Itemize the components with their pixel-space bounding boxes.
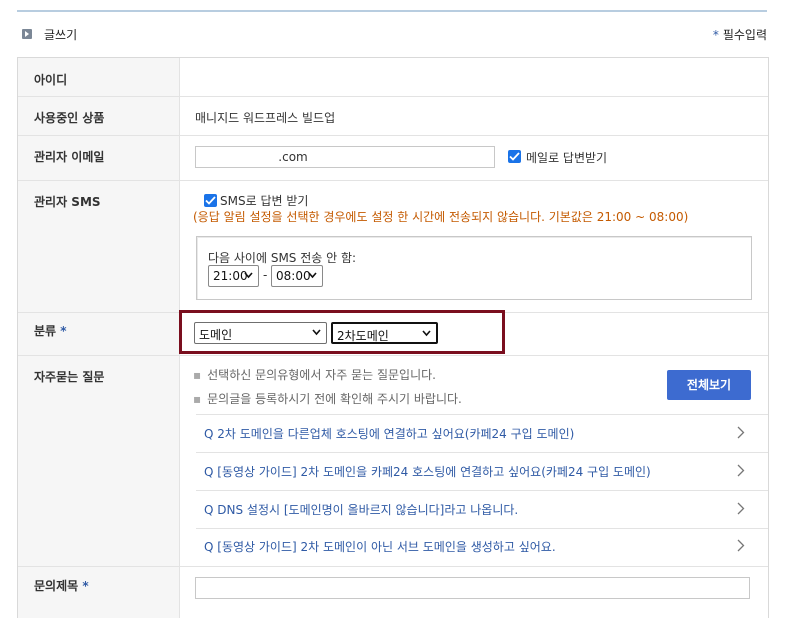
- sms-from-select[interactable]: 21:00: [208, 265, 259, 287]
- email-reply-checkbox[interactable]: [508, 150, 521, 163]
- product-value: 매니지드 워드프레스 빌드업: [195, 111, 336, 125]
- view-all-button[interactable]: 전체보기: [667, 370, 751, 400]
- page-title: 글쓰기: [44, 28, 78, 42]
- required-note: * 필수입력: [712, 28, 767, 42]
- chevron-right-icon: [737, 539, 745, 552]
- faq-divider: [196, 528, 768, 529]
- subject-input[interactable]: [195, 577, 750, 599]
- sms-label: 관리자 SMS: [34, 195, 101, 209]
- row-divider: [18, 96, 768, 97]
- faq-label: 자주묻는 질문: [34, 370, 105, 384]
- faq-item[interactable]: Q [동영상 가이드] 2차 도메인을 카페24 호스팅에 연결하고 싶어요(카…: [204, 463, 651, 480]
- chevron-right-icon: [737, 502, 745, 515]
- faq-item[interactable]: Q [동영상 가이드] 2차 도메인이 아닌 서브 도메인을 생성하고 싶어요.: [204, 538, 556, 555]
- subject-label: 문의제목 *: [34, 579, 89, 593]
- category-highlight-box: [179, 310, 505, 354]
- chevron-right-icon: [737, 426, 745, 439]
- faq-hint-2: ▪ 문의글을 등록하시기 전에 확인해 주시기 바랍니다.: [193, 392, 462, 406]
- faq-divider: [196, 452, 768, 453]
- faq-item[interactable]: Q DNS 설정시 [도메인명이 올바르지 않습니다]라고 나옵니다.: [204, 501, 518, 518]
- faq-item[interactable]: Q 2차 도메인을 다른업체 호스팅에 연결하고 싶어요(카페24 구입 도메인…: [204, 425, 574, 442]
- row-divider: [18, 180, 768, 181]
- email-label: 관리자 이메일: [34, 150, 105, 164]
- product-label: 사용중인 상품: [34, 111, 105, 125]
- email-reply-label: 메일로 답변받기: [526, 151, 608, 165]
- top-divider: [17, 10, 767, 12]
- sms-to-select[interactable]: 08:00: [271, 265, 323, 287]
- sms-reply-checkbox[interactable]: [204, 194, 217, 207]
- faq-divider: [196, 490, 768, 491]
- chevron-down-icon: [308, 272, 317, 279]
- chevron-down-icon: [244, 272, 253, 279]
- row-divider: [18, 135, 768, 136]
- id-label: 아이디: [34, 73, 68, 87]
- sms-notice: (응답 알림 설정을 선택한 경우에도 설정 한 시간에 전송되지 않습니다. …: [193, 210, 689, 224]
- faq-hint-1: ▪ 선택하신 문의유형에서 자주 묻는 질문입니다.: [193, 368, 436, 382]
- chevron-right-icon: [737, 464, 745, 477]
- sms-reply-label: SMS로 답변 받기: [220, 194, 309, 208]
- row-divider: [18, 566, 768, 567]
- sms-separator: -: [263, 268, 268, 282]
- category-label: 분류 *: [34, 324, 67, 338]
- faq-divider: [196, 414, 768, 415]
- row-divider: [18, 355, 768, 356]
- sms-block-label: 다음 사이에 SMS 전송 안 함:: [208, 251, 357, 265]
- sms-time-box: 다음 사이에 SMS 전송 안 함: 21:00 - 08:00: [196, 236, 752, 300]
- email-field[interactable]: .com: [195, 146, 495, 168]
- section-bullet-icon: [22, 29, 32, 39]
